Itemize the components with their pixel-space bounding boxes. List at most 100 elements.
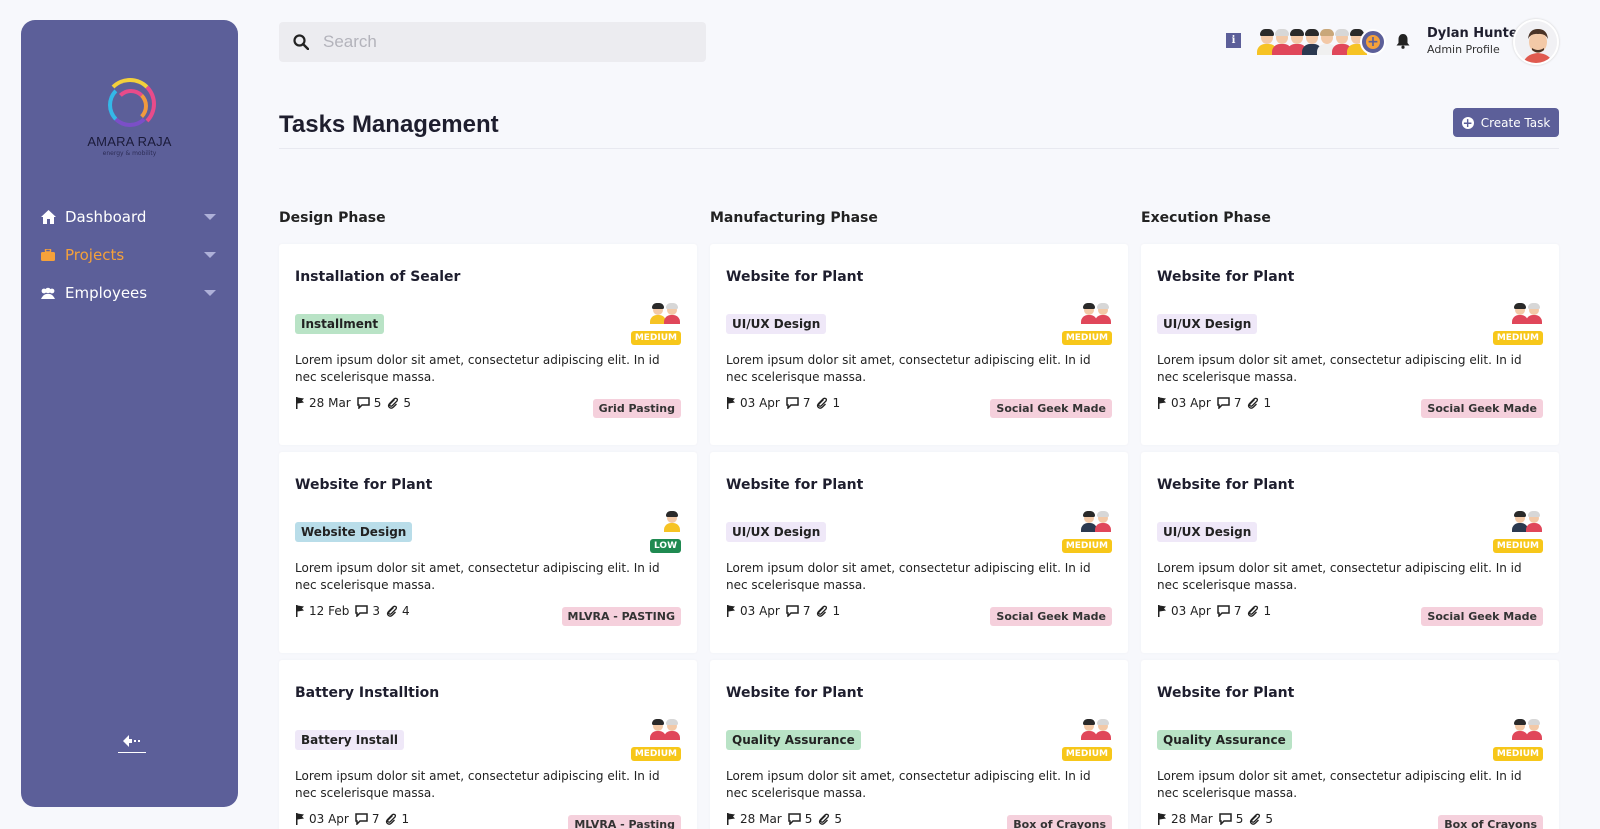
sidebar-item-projects[interactable]: Projects [21, 236, 238, 274]
comment-count: 7 [371, 812, 380, 826]
task-card[interactable]: Website for Plant UI/UX Design MEDIUM Lo… [1141, 452, 1559, 653]
flag-icon [295, 397, 305, 409]
assignee-avatars[interactable] [1076, 302, 1112, 324]
plus-icon: + [1366, 34, 1380, 50]
collapse-sidebar-button[interactable] [117, 734, 147, 760]
assignee-avatars[interactable] [1507, 718, 1543, 740]
task-card[interactable]: Website for Plant UI/UX Design MEDIUM Lo… [1141, 244, 1559, 445]
task-meta: 03 Apr 7 1 [1157, 396, 1277, 410]
avatar[interactable] [1094, 302, 1112, 324]
task-card[interactable]: Installation of Sealer Installment MEDIU… [279, 244, 697, 445]
task-category-tag[interactable]: UI/UX Design [1157, 522, 1258, 542]
avatar[interactable] [663, 510, 681, 532]
task-category-tag[interactable]: UI/UX Design [726, 522, 827, 542]
task-date: 28 Mar [309, 396, 351, 410]
chevron-down-icon[interactable] [204, 290, 216, 296]
user-avatar[interactable] [1513, 19, 1559, 65]
user-name[interactable]: Dylan Hunter [1427, 26, 1524, 41]
assignee-avatars[interactable] [1507, 302, 1543, 324]
comment-icon[interactable] [787, 813, 801, 825]
paperclip-icon[interactable] [385, 813, 397, 825]
avatar[interactable] [1525, 718, 1543, 740]
project-label[interactable]: MLVRA - PASTING [561, 607, 681, 626]
paperclip-icon[interactable] [387, 397, 399, 409]
assignee-avatars[interactable] [1076, 718, 1112, 740]
project-label[interactable]: Box of Crayons [1007, 815, 1112, 829]
task-card[interactable]: Website for Plant UI/UX Design MEDIUM Lo… [710, 452, 1128, 653]
project-label[interactable]: Social Geek Made [990, 399, 1112, 418]
task-title[interactable]: Website for Plant [1157, 685, 1294, 701]
add-member-button[interactable]: + [1360, 29, 1386, 55]
avatar[interactable] [1094, 510, 1112, 532]
priority-badge: MEDIUM [1061, 747, 1112, 761]
task-category-tag[interactable]: Battery Install [295, 730, 404, 750]
comment-icon[interactable] [356, 397, 370, 409]
task-category-tag[interactable]: Quality Assurance [1157, 730, 1292, 750]
task-card[interactable]: Website for Plant Quality Assurance MEDI… [710, 660, 1128, 829]
search-icon[interactable] [279, 34, 323, 50]
chevron-down-icon[interactable] [204, 252, 216, 258]
task-category-tag[interactable]: Quality Assurance [726, 730, 861, 750]
task-category-tag[interactable]: Website Design [295, 522, 413, 542]
task-title[interactable]: Website for Plant [726, 269, 863, 285]
project-label[interactable]: Box of Crayons [1438, 815, 1543, 829]
assignee-avatars[interactable] [1507, 510, 1543, 532]
assignee-avatars[interactable] [645, 510, 681, 532]
task-title[interactable]: Installation of Sealer [295, 269, 460, 285]
project-label[interactable]: Social Geek Made [1421, 607, 1543, 626]
comment-icon[interactable] [1217, 605, 1230, 617]
task-card[interactable]: Website for Plant UI/UX Design MEDIUM Lo… [710, 244, 1128, 445]
paperclip-icon[interactable] [1247, 397, 1259, 409]
project-label[interactable]: Grid Pasting [592, 399, 681, 418]
flag-icon [726, 813, 736, 825]
search-input[interactable] [323, 32, 683, 52]
info-icon[interactable]: i [1226, 33, 1241, 48]
divider [279, 148, 1559, 149]
assignee-avatars[interactable] [1076, 510, 1112, 532]
paperclip-icon[interactable] [1249, 813, 1261, 825]
avatar[interactable] [1525, 510, 1543, 532]
assignee-avatars[interactable] [645, 718, 681, 740]
paperclip-icon[interactable] [386, 605, 398, 617]
comment-count: 7 [1233, 396, 1242, 410]
task-title[interactable]: Website for Plant [1157, 269, 1294, 285]
comment-icon[interactable] [355, 813, 368, 825]
task-title[interactable]: Website for Plant [295, 477, 432, 493]
avatar[interactable] [663, 302, 681, 324]
paperclip-icon[interactable] [1247, 605, 1259, 617]
column-2: Execution Phase Website for Plant UI/UX … [1141, 208, 1559, 829]
team-avatars[interactable]: + [1254, 27, 1386, 57]
comment-icon[interactable] [786, 397, 799, 409]
task-category-tag[interactable]: UI/UX Design [1157, 314, 1258, 334]
comment-icon[interactable] [786, 605, 799, 617]
avatar[interactable] [1525, 302, 1543, 324]
brand-logo[interactable]: AMARA RAJA energy & mobility [21, 78, 238, 157]
avatar[interactable] [1094, 718, 1112, 740]
priority-badge: LOW [650, 539, 681, 553]
comment-icon[interactable] [1217, 397, 1230, 409]
notification-bell-icon[interactable] [1396, 33, 1410, 53]
avatar[interactable] [663, 718, 681, 740]
create-task-button[interactable]: + Create Task [1453, 108, 1559, 137]
project-label[interactable]: Social Geek Made [990, 607, 1112, 626]
project-label[interactable]: MLVRA - Pasting [568, 815, 681, 829]
assignee-avatars[interactable] [645, 302, 681, 324]
task-title[interactable]: Website for Plant [1157, 477, 1294, 493]
paperclip-icon[interactable] [816, 605, 828, 617]
task-title[interactable]: Website for Plant [726, 477, 863, 493]
project-label[interactable]: Social Geek Made [1421, 399, 1543, 418]
task-card[interactable]: Website for Plant Website Design LOW Lor… [279, 452, 697, 653]
comment-icon[interactable] [1218, 813, 1232, 825]
task-category-tag[interactable]: Installment [295, 314, 385, 334]
comment-icon[interactable] [355, 605, 369, 617]
task-title[interactable]: Website for Plant [726, 685, 863, 701]
task-title[interactable]: Battery Installtion [295, 685, 439, 701]
task-card[interactable]: Website for Plant Quality Assurance MEDI… [1141, 660, 1559, 829]
paperclip-icon[interactable] [818, 813, 830, 825]
task-category-tag[interactable]: UI/UX Design [726, 314, 827, 334]
paperclip-icon[interactable] [816, 397, 828, 409]
task-card[interactable]: Battery Installtion Battery Install MEDI… [279, 660, 697, 829]
sidebar-item-dashboard[interactable]: Dashboard [21, 198, 238, 236]
sidebar-item-employees[interactable]: Employees [21, 274, 238, 312]
chevron-down-icon[interactable] [204, 214, 216, 220]
